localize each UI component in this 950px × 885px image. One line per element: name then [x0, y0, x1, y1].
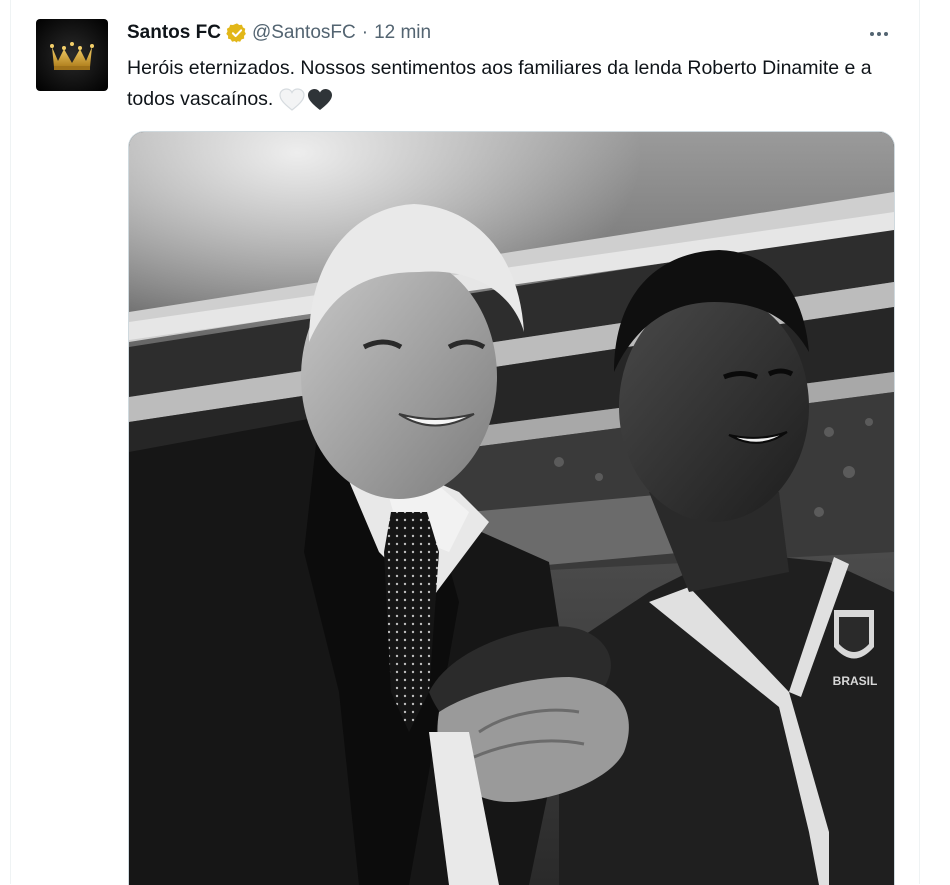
heart-emojis [279, 84, 333, 115]
tweet-card[interactable]: Santos FC @SantosFC · 12 min Heróis eter… [10, 0, 920, 885]
crown-icon [50, 42, 94, 70]
verified-gold-badge-icon[interactable] [226, 22, 248, 44]
tweet-header: Santos FC @SantosFC · 12 min [127, 21, 431, 45]
tweet-text-container: Heróis eternizados. Nossos sentimentos a… [127, 53, 887, 115]
handle[interactable]: @SantosFC [252, 22, 356, 44]
tweet-text: Heróis eternizados. Nossos sentimentos a… [127, 57, 872, 110]
timestamp[interactable]: 12 min [374, 22, 431, 44]
black-heart-emoji-icon [308, 89, 333, 111]
separator-dot: · [361, 22, 369, 43]
more-horizontal-icon[interactable] [863, 18, 895, 50]
display-name[interactable]: Santos FC [127, 22, 221, 44]
brasil-crest-label: BRASIL [833, 674, 878, 688]
tweet-photo[interactable]: BRASIL [128, 131, 895, 885]
white-heart-emoji-icon [279, 88, 305, 111]
avatar[interactable] [36, 19, 108, 91]
photo-image: BRASIL [129, 132, 894, 885]
